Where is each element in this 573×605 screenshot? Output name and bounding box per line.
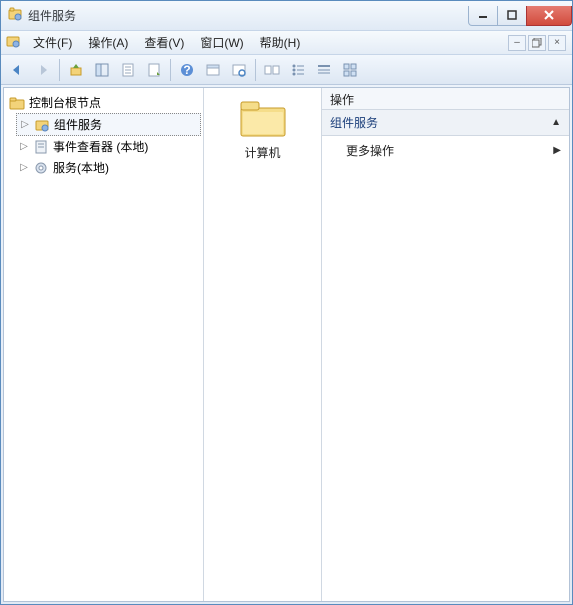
action-section[interactable]: 组件服务 ▲	[322, 110, 569, 136]
app-window: 组件服务 文件(F) 操作(A) 查看(V) 窗口(W) 帮助(H) – ×	[0, 0, 573, 605]
menu-app-icon	[5, 33, 21, 52]
collapse-icon: ▲	[551, 117, 561, 128]
list-pane: 计算机	[204, 88, 322, 601]
action-section-label: 组件服务	[330, 114, 378, 131]
mdi-controls: – ×	[508, 35, 566, 51]
close-button[interactable]	[526, 6, 572, 26]
mdi-minimize-button[interactable]: –	[508, 35, 526, 51]
menu-window[interactable]: 窗口(W)	[192, 32, 251, 53]
menu-help[interactable]: 帮助(H)	[252, 32, 309, 53]
tree-root-label: 控制台根节点	[29, 94, 101, 111]
tree-node-components[interactable]: ▷ 组件服务	[16, 113, 201, 136]
view-status-button[interactable]	[260, 58, 284, 82]
event-icon	[33, 139, 49, 155]
back-button[interactable]	[5, 58, 29, 82]
refresh-button[interactable]	[227, 58, 251, 82]
action-pane: 操作 组件服务 ▲ 更多操作 ▶	[322, 88, 569, 601]
expand-icon[interactable]: ▷	[19, 141, 29, 152]
toolbar-separator	[255, 59, 256, 81]
action-item-label: 更多操作	[346, 142, 394, 159]
export-list-button[interactable]	[142, 58, 166, 82]
app-icon	[7, 6, 23, 25]
svg-text:?: ?	[183, 63, 190, 77]
expand-icon[interactable]: ▷	[20, 119, 30, 130]
forward-button[interactable]	[31, 58, 55, 82]
action-pane-header: 操作	[322, 88, 569, 110]
show-hide-tree-button[interactable]	[90, 58, 114, 82]
component-icon	[34, 117, 50, 133]
list-item-label[interactable]: 计算机	[244, 144, 280, 161]
content-area: 控制台根节点 ▷ 组件服务 ▷ 事件查看器 (本地) ▷ 服务(本地)	[3, 87, 570, 602]
window-controls	[469, 6, 572, 26]
tree-pane: 控制台根节点 ▷ 组件服务 ▷ 事件查看器 (本地) ▷ 服务(本地)	[4, 88, 204, 601]
toolbar-separator	[59, 59, 60, 81]
tree-node-label: 事件查看器 (本地)	[53, 138, 148, 155]
toolbar-separator	[170, 59, 171, 81]
tree-root[interactable]: 控制台根节点	[6, 92, 201, 113]
expand-icon[interactable]: ▷	[19, 162, 29, 173]
up-button[interactable]	[64, 58, 88, 82]
menu-file[interactable]: 文件(F)	[25, 32, 80, 53]
mdi-restore-button[interactable]	[528, 35, 546, 51]
properties-button[interactable]	[116, 58, 140, 82]
help-button[interactable]: ?	[175, 58, 199, 82]
tree-node-eventviewer[interactable]: ▷ 事件查看器 (本地)	[16, 136, 201, 157]
view-icons-button[interactable]	[338, 58, 362, 82]
gear-icon	[33, 160, 49, 176]
mdi-close-button[interactable]: ×	[548, 35, 566, 51]
window-button[interactable]	[201, 58, 225, 82]
minimize-button[interactable]	[468, 6, 498, 26]
menu-action[interactable]: 操作(A)	[80, 32, 136, 53]
computer-folder-icon[interactable]	[239, 98, 287, 138]
view-detail-button[interactable]	[312, 58, 336, 82]
action-more[interactable]: 更多操作 ▶	[322, 136, 569, 165]
tree-node-services[interactable]: ▷ 服务(本地)	[16, 157, 201, 178]
title-bar: 组件服务	[1, 1, 572, 31]
tree-node-label: 组件服务	[54, 116, 102, 133]
window-title: 组件服务	[28, 7, 469, 24]
view-list-button[interactable]	[286, 58, 310, 82]
tree-node-label: 服务(本地)	[53, 159, 109, 176]
maximize-button[interactable]	[497, 6, 527, 26]
folder-icon	[9, 95, 25, 111]
menu-bar: 文件(F) 操作(A) 查看(V) 窗口(W) 帮助(H) – ×	[1, 31, 572, 55]
toolbar: ?	[1, 55, 572, 85]
menu-view[interactable]: 查看(V)	[136, 32, 192, 53]
submenu-icon: ▶	[553, 145, 561, 156]
